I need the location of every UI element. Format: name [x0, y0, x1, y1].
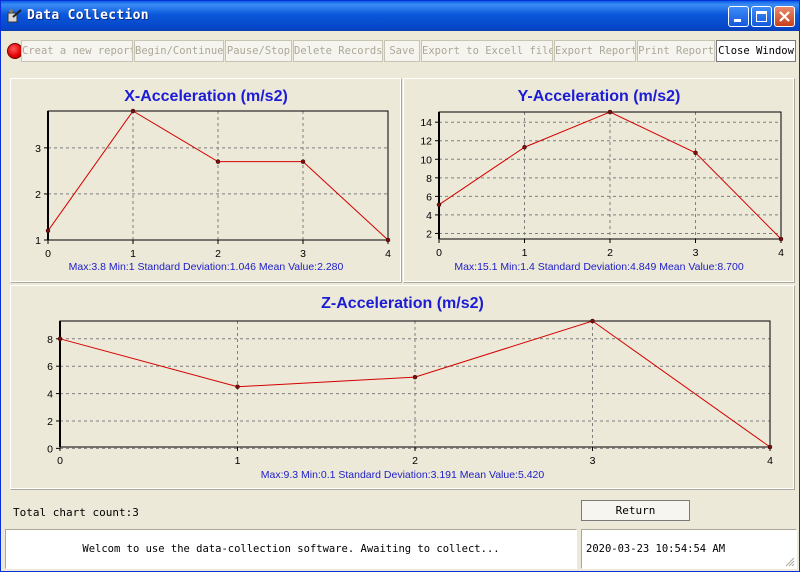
minimize-icon	[734, 19, 741, 22]
y-x-tick-label: 3	[693, 247, 699, 259]
status-message: Welcom to use the data-collection softwa…	[5, 529, 577, 569]
y-acceleration-chart: 24681012140 1 2 3 4	[420, 109, 784, 259]
y-x-tick-label: 1	[522, 247, 528, 259]
y-data-point	[693, 150, 698, 156]
z-data-point	[590, 318, 595, 324]
z-x-tick-label: 0	[57, 455, 63, 467]
maximize-button[interactable]	[751, 6, 772, 27]
x-x-tick-label: 1	[130, 248, 136, 260]
y-x-tick-label: 0	[436, 247, 442, 259]
chart-count-label: Total chart count:3	[13, 506, 139, 519]
y-x-tick-label: 4	[778, 247, 784, 259]
x-y-tick-label: 3	[35, 143, 41, 155]
begin-continue-button[interactable]: Begin/Continue	[134, 40, 224, 62]
x-acceleration-chart: 1230 1 2 3 4	[35, 108, 391, 260]
z-acceleration-panel: Z-Acceleration (m/s2) 0246801234 Max:9.3…	[10, 285, 795, 490]
x-acceleration-panel: X-Acceleration (m/s2) 12301234 Max:3.8 M…	[10, 78, 402, 283]
summary-row: Total chart count:3 Return	[3, 494, 799, 526]
status-timestamp: 2020-03-23 10:54:54 AM	[581, 529, 797, 569]
maximize-icon	[756, 11, 767, 22]
y-y-tick-label: 14	[420, 117, 432, 129]
title-bar[interactable]: Data Collection	[1, 1, 799, 31]
export-report-button[interactable]: Export Report	[554, 40, 636, 62]
z-data-point	[767, 444, 773, 450]
z-x-tick-label: 4	[767, 455, 773, 467]
z-x-tick-label: 2	[412, 455, 418, 467]
y-y-tick-label: 2	[426, 228, 432, 240]
y-chart-stats: Max:15.1 Min:1.4 Standard Deviation:4.84…	[454, 261, 744, 273]
x-chart-stats: Max:3.8 Min:1 Standard Deviation:1.046 M…	[68, 261, 344, 273]
delete-records-button[interactable]: Delete Records	[293, 40, 383, 62]
z-y-tick-label: 6	[47, 361, 53, 373]
close-icon	[779, 11, 790, 22]
status-bar: Welcom to use the data-collection softwa…	[5, 529, 797, 569]
y-data-point	[607, 109, 613, 115]
x-data-point	[215, 159, 221, 164]
z-data-point	[235, 384, 240, 389]
y-y-tick-label: 4	[426, 210, 432, 222]
z-acceleration-chart: 0 2 4 6 8 0 1 2 3 4	[47, 318, 773, 467]
pause-stop-button[interactable]: Pause/Stop	[225, 40, 292, 62]
save-button[interactable]: Save	[384, 40, 420, 62]
y-data-point	[522, 144, 527, 150]
export-excel-button[interactable]: Export to Excell file	[421, 40, 553, 62]
y-x-tick-label: 2	[607, 247, 613, 259]
create-report-button[interactable]: Creat a new report	[21, 40, 133, 62]
y-y-tick-label: 12	[420, 136, 432, 148]
return-button[interactable]: Return	[581, 500, 690, 521]
y-data-point	[436, 202, 442, 207]
x-data-point	[385, 237, 391, 243]
z-data-point	[57, 336, 63, 342]
z-data-point	[412, 374, 418, 380]
x-data-point	[130, 108, 136, 114]
y-data-point	[778, 236, 784, 242]
data-collection-window: Data Collection Creat a new report Begin…	[0, 0, 800, 572]
z-chart-stats: Max:9.3 Min:0.1 Standard Deviation:3.191…	[260, 469, 545, 481]
y-y-tick-label: 6	[426, 191, 432, 203]
print-report-button[interactable]: Print Report	[637, 40, 715, 62]
x-data-point	[45, 228, 51, 234]
close-window-x-button[interactable]	[774, 6, 795, 27]
resize-grip-icon[interactable]	[785, 557, 795, 567]
y-acceleration-panel: Y-Acceleration (m/s2) 2 4 6 8 10 12 14 0 1 2 3 4 Ma…	[403, 78, 795, 283]
x-y-tick-label: 1	[35, 235, 41, 247]
x-data-point	[300, 159, 306, 164]
z-y-tick-label: 8	[47, 334, 53, 346]
minimize-button[interactable]	[728, 6, 749, 27]
toolbar: Creat a new report Begin/Continue Pause/…	[3, 38, 799, 66]
z-y-tick-label: 2	[47, 416, 53, 428]
z-x-tick-label: 3	[590, 455, 596, 467]
close-window-button[interactable]: Close Window	[716, 40, 796, 62]
z-y-tick-label: 4	[47, 389, 53, 401]
app-icon	[7, 9, 22, 23]
y-y-tick-label: 8	[426, 173, 432, 185]
y-y-tick-label: 10	[420, 154, 432, 166]
x-y-tick-label: 2	[35, 189, 41, 201]
x-x-tick-label: 3	[300, 248, 306, 260]
x-x-tick-label: 0	[45, 248, 51, 260]
x-x-tick-label: 2	[215, 248, 221, 260]
z-y-tick-label: 0	[47, 443, 53, 455]
window-title: Data Collection	[27, 8, 149, 23]
z-x-tick-label: 1	[235, 455, 241, 467]
x-x-tick-label: 4	[385, 248, 391, 260]
